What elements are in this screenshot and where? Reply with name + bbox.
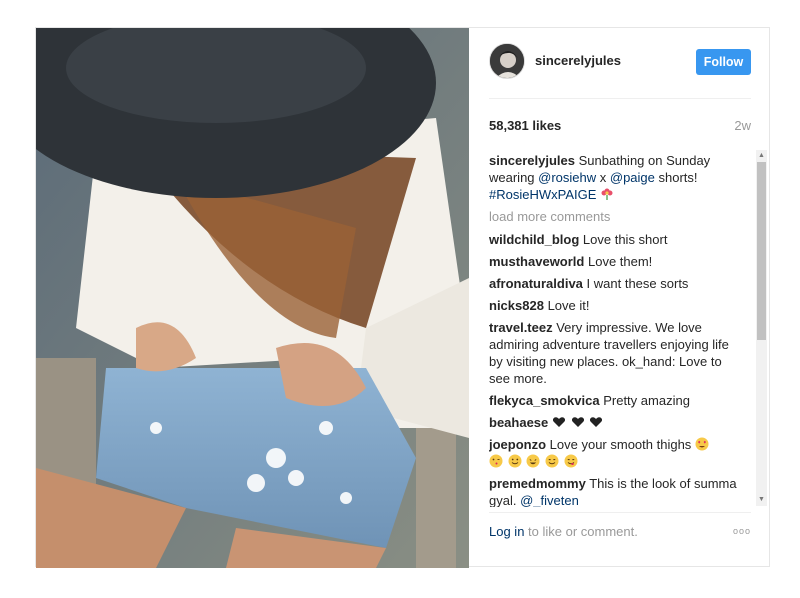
mention-paige[interactable]: @paige: [610, 170, 655, 185]
comment: wildchild_blog Love this short: [489, 231, 741, 248]
comments-scrollbar[interactable]: ▲ ▼: [756, 150, 767, 506]
mention-fiveten[interactable]: @_fiveten: [520, 493, 579, 507]
scroll-down-arrow-icon[interactable]: ▼: [756, 494, 767, 506]
avatar-image: [490, 44, 524, 78]
comment: nicks828 Love it!: [489, 297, 741, 314]
post-age[interactable]: 2w: [734, 118, 751, 133]
login-link[interactable]: Log in: [489, 524, 524, 539]
comment-username[interactable]: joeponzo: [489, 437, 546, 452]
scroll-up-arrow-icon[interactable]: ▲: [756, 150, 767, 162]
black-heart-icon: [571, 417, 584, 427]
follow-button[interactable]: Follow: [696, 49, 751, 75]
comment-text: Love it!: [547, 298, 590, 313]
caption-username[interactable]: sincerelyjules: [489, 153, 575, 168]
post-header: sincerelyjules Follow: [489, 43, 751, 93]
comment-text: Love them!: [587, 254, 653, 269]
comment-text: Pretty amazing: [603, 393, 690, 408]
comment-username[interactable]: nicks828: [489, 298, 544, 313]
comment-username[interactable]: afronaturaldiva: [489, 276, 583, 291]
comment-text: Love this short: [582, 232, 668, 247]
flower-icon: [601, 188, 613, 200]
comment-username[interactable]: premedmommy: [489, 476, 586, 491]
wink-kiss-icon: [489, 454, 503, 468]
grin-icon: [526, 454, 540, 468]
comment-username[interactable]: beahaese: [489, 415, 548, 430]
hashtag-rosiehwxpaige[interactable]: #RosieHWxPAIGE: [489, 187, 596, 202]
post-footer: Log in to like or comment. ooo: [489, 524, 751, 554]
caption-text-2: x: [596, 170, 610, 185]
likes-row: 58,381 likes 2w: [489, 118, 751, 138]
scrollbar-thumb[interactable]: [757, 162, 766, 340]
black-heart-icon: [590, 417, 603, 427]
login-prompt-text: to like or comment.: [524, 524, 638, 539]
comment: premedmommy This is the look of summa gy…: [489, 475, 741, 507]
load-more-comments[interactable]: load more comments: [489, 208, 741, 225]
comment: beahaese: [489, 414, 741, 431]
post-sidebar: sincerelyjules Follow 58,381 likes 2w si…: [469, 28, 771, 568]
heart-eyes-icon: [695, 437, 709, 451]
comment-text: Love your smooth thighs: [549, 437, 692, 452]
comment-username[interactable]: flekyca_smokvica: [489, 393, 600, 408]
comment-username[interactable]: musthaveworld: [489, 254, 584, 269]
avatar[interactable]: [489, 43, 525, 79]
photo-illustration: [36, 28, 469, 568]
comments-list[interactable]: sincerelyjules Sunbathing on Sunday wear…: [489, 152, 741, 507]
post-photo[interactable]: [36, 28, 469, 568]
comment: afronaturaldiva I want these sorts: [489, 275, 741, 292]
yum-icon: [564, 454, 577, 468]
comment: musthaveworld Love them!: [489, 253, 741, 270]
comment: joeponzo Love your smooth thighs: [489, 436, 741, 470]
comment-text: I want these sorts: [586, 276, 689, 291]
post-username[interactable]: sincerelyjules: [535, 53, 621, 68]
more-options-icon[interactable]: ooo: [733, 526, 751, 536]
blush-icon: [545, 454, 559, 468]
comment-username[interactable]: travel.teez: [489, 320, 553, 335]
comment-username[interactable]: wildchild_blog: [489, 232, 579, 247]
header-divider: [489, 98, 751, 99]
instagram-post: sincerelyjules Follow 58,381 likes 2w si…: [35, 27, 771, 568]
comment: travel.teez Very impressive. We love adm…: [489, 319, 741, 387]
likes-count[interactable]: 58,381 likes: [489, 118, 561, 133]
caption-text-3: shorts!: [654, 170, 698, 185]
black-heart-icon: [552, 417, 565, 427]
mention-rosiehw[interactable]: @rosiehw: [538, 170, 596, 185]
footer-divider: [489, 512, 751, 513]
comment: flekyca_smokvica Pretty amazing: [489, 392, 741, 409]
caption: sincerelyjules Sunbathing on Sunday wear…: [489, 152, 741, 203]
smile-icon: [508, 454, 522, 468]
